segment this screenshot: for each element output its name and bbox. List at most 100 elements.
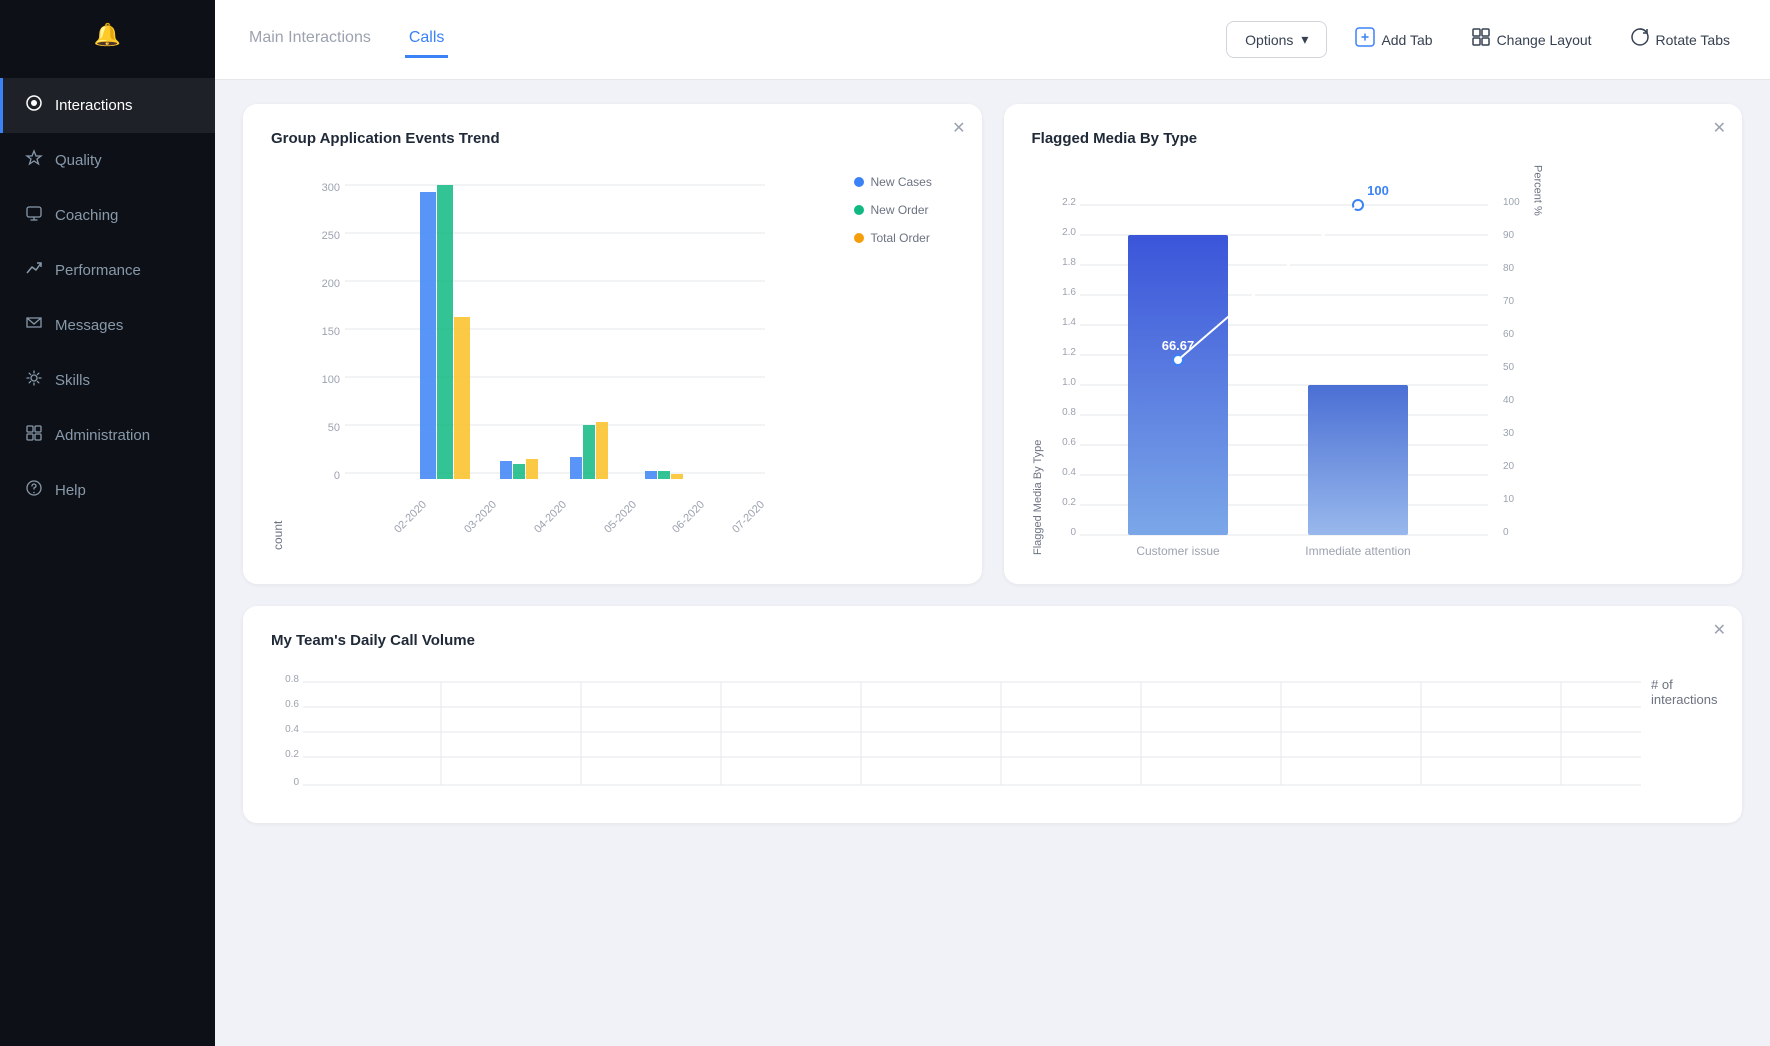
svg-text:0.2: 0.2 xyxy=(285,749,299,760)
svg-text:0: 0 xyxy=(293,777,299,788)
bar-05-2020-total-order xyxy=(596,422,608,479)
svg-text:60: 60 xyxy=(1503,329,1515,340)
add-tab-button[interactable]: Add Tab xyxy=(1345,21,1442,58)
sidebar-label-quality: Quality xyxy=(55,152,102,169)
svg-text:1.6: 1.6 xyxy=(1062,287,1076,298)
legend-dot-new-cases xyxy=(854,177,864,187)
legend-new-order: New Order xyxy=(854,203,954,217)
svg-text:0.8: 0.8 xyxy=(285,674,299,685)
svg-text:70: 70 xyxy=(1503,296,1515,307)
bar-03-2020-total-order xyxy=(454,317,470,479)
svg-text:2.0: 2.0 xyxy=(1062,227,1076,238)
sidebar-item-performance[interactable]: Performance xyxy=(0,243,215,298)
sidebar-item-quality[interactable]: Quality xyxy=(0,133,215,188)
administration-icon xyxy=(25,424,43,447)
svg-text:04-2020: 04-2020 xyxy=(532,499,569,536)
chart3-title: My Team's Daily Call Volume xyxy=(271,632,1714,649)
xlabel-customer: Customer issue xyxy=(1136,544,1220,558)
change-layout-icon xyxy=(1471,27,1491,52)
bar-03-2020-new-cases xyxy=(420,192,436,479)
bar-05-2020-new-order xyxy=(583,425,595,479)
svg-text:05-2020: 05-2020 xyxy=(602,499,639,536)
svg-text:07-2020: 07-2020 xyxy=(730,499,767,536)
chevron-down-icon: ▾ xyxy=(1301,31,1308,48)
sidebar-item-skills[interactable]: Skills xyxy=(0,353,215,408)
svg-text:06-2020: 06-2020 xyxy=(670,499,707,536)
change-layout-button[interactable]: Change Layout xyxy=(1461,21,1602,58)
svg-text:1.2: 1.2 xyxy=(1062,347,1076,358)
sidebar-label-administration: Administration xyxy=(55,427,150,444)
chart2-title: Flagged Media By Type xyxy=(1032,130,1715,147)
svg-text:0.6: 0.6 xyxy=(1062,437,1076,448)
chart3-close-button[interactable]: ✕ xyxy=(1713,620,1726,640)
svg-text:1.4: 1.4 xyxy=(1062,317,1076,328)
change-layout-label: Change Layout xyxy=(1497,32,1592,48)
sidebar-top: 🔔 xyxy=(0,0,215,70)
daily-call-svg: 0 0.2 0.4 0.6 0.8 xyxy=(271,667,1651,797)
svg-text:1.8: 1.8 xyxy=(1062,257,1076,268)
rotate-tabs-icon xyxy=(1630,27,1650,52)
sidebar-nav: Interactions Quality Coaching Performanc… xyxy=(0,70,215,1046)
label-66: 66.67 xyxy=(1161,338,1194,353)
sidebar-item-coaching[interactable]: Coaching xyxy=(0,188,215,243)
bar-04-2020-new-order xyxy=(513,464,525,479)
svg-text:150: 150 xyxy=(322,326,340,338)
charts-row: ✕ Group Application Events Trend count xyxy=(243,104,1742,584)
bar-03-2020-new-order xyxy=(437,185,453,479)
sidebar: 🔔 Interactions Quality Coaching Performa… xyxy=(0,0,215,1046)
bar-04-2020-new-cases xyxy=(500,461,512,479)
svg-text:03-2020: 03-2020 xyxy=(462,499,499,536)
sidebar-label-messages: Messages xyxy=(55,317,123,334)
bar-04-2020-total-order xyxy=(526,459,538,479)
svg-text:0.8: 0.8 xyxy=(1062,407,1076,418)
xlabel-immediate: Immediate attention xyxy=(1305,544,1410,558)
bar-chart-area: count 0 xyxy=(271,165,954,550)
svg-text:200: 200 xyxy=(322,278,340,290)
chart2-y-left-label: Flagged Media By Type xyxy=(1032,165,1044,555)
svg-text:0: 0 xyxy=(1070,527,1076,538)
bar-chart-svg: 0 50 100 150 200 250 300 xyxy=(305,165,795,545)
chart-flagged-media: ✕ Flagged Media By Type Flagged Media By… xyxy=(1004,104,1743,584)
bell-icon[interactable]: 🔔 xyxy=(94,22,121,48)
tab-main-interactions[interactable]: Main Interactions xyxy=(245,21,375,58)
sidebar-item-interactions[interactable]: Interactions xyxy=(0,78,215,133)
add-tab-icon xyxy=(1355,27,1375,52)
rotate-tabs-label: Rotate Tabs xyxy=(1656,32,1730,48)
svg-text:90: 90 xyxy=(1503,230,1515,241)
tab-calls[interactable]: Calls xyxy=(405,21,449,58)
rotate-tabs-button[interactable]: Rotate Tabs xyxy=(1620,21,1740,58)
sidebar-label-skills: Skills xyxy=(55,372,90,389)
svg-text:100: 100 xyxy=(1503,197,1520,208)
svg-text:0.4: 0.4 xyxy=(285,724,299,735)
legend-label-new-order: New Order xyxy=(871,203,929,217)
chart2-close-button[interactable]: ✕ xyxy=(1713,118,1726,138)
bar-chart-inner: 0 50 100 150 200 250 300 xyxy=(305,165,842,550)
sidebar-label-help: Help xyxy=(55,482,86,499)
svg-text:50: 50 xyxy=(328,422,340,434)
svg-text:2.2: 2.2 xyxy=(1062,197,1076,208)
main-area: Main Interactions Calls Options ▾ Add Ta… xyxy=(215,0,1770,1046)
svg-text:0: 0 xyxy=(1503,527,1509,538)
svg-text:10: 10 xyxy=(1503,494,1515,505)
sidebar-item-help[interactable]: Help xyxy=(0,463,215,518)
sidebar-label-performance: Performance xyxy=(55,262,141,279)
bar-chart-legend: New Cases New Order Total Order xyxy=(854,165,954,550)
sidebar-item-messages[interactable]: Messages xyxy=(0,298,215,353)
legend-total-order: Total Order xyxy=(854,231,954,245)
options-button[interactable]: Options ▾ xyxy=(1226,21,1327,58)
label-100: 100 xyxy=(1367,183,1389,198)
svg-text:0.6: 0.6 xyxy=(285,699,299,710)
chart1-close-button[interactable]: ✕ xyxy=(952,118,965,138)
coaching-icon xyxy=(25,204,43,227)
svg-text:1.0: 1.0 xyxy=(1062,377,1076,388)
bar-06-2020-new-cases xyxy=(645,471,657,479)
chart1-title: Group Application Events Trend xyxy=(271,130,954,147)
tab-actions: Options ▾ Add Tab Change Layout Rotate xyxy=(1226,21,1740,58)
bar-immediate-attention xyxy=(1308,385,1408,535)
content-area: ✕ Group Application Events Trend count xyxy=(215,80,1770,1046)
quality-icon xyxy=(25,149,43,172)
messages-icon xyxy=(25,314,43,337)
sidebar-label-interactions: Interactions xyxy=(55,97,133,114)
sidebar-item-administration[interactable]: Administration xyxy=(0,408,215,463)
help-icon xyxy=(25,479,43,502)
